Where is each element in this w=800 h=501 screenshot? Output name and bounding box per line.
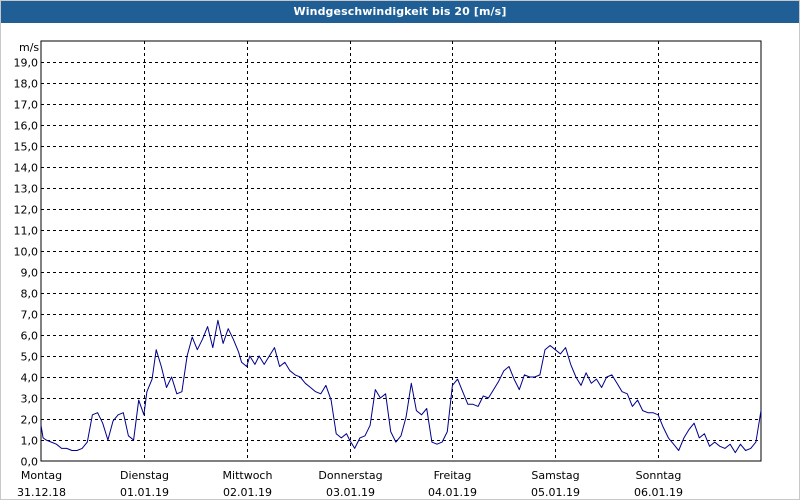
y-tick-label: 18,0	[14, 78, 39, 91]
x-tick-day-label: Freitag	[434, 469, 472, 482]
y-tick-label: 11,0	[14, 225, 39, 238]
wind-speed-chart: m/s 0,0 1,0 2,0 3,0 4,0 5,0 6,0 7,0 8,0 9,0 10,0 11…	[14, 40, 762, 499]
y-tick-label: 0,0	[21, 456, 39, 469]
y-tick-label: 17,0	[14, 99, 39, 112]
y-tick-label: 1,0	[21, 435, 39, 448]
x-tick-day-label: Dienstag	[120, 469, 169, 482]
wind-speed-line	[40, 319, 762, 454]
y-tick-label: 10,0	[14, 246, 39, 259]
x-tick-date-label: 01.01.19	[120, 486, 169, 499]
x-tick-date-label: 06.01.19	[634, 486, 683, 499]
y-tick-label: 2,0	[21, 414, 39, 427]
y-tick-label: 8,0	[21, 288, 39, 301]
y-tick-label: 5,0	[21, 351, 39, 364]
y-tick-label: 15,0	[14, 141, 39, 154]
x-tick-date-label: 04.01.19	[428, 486, 477, 499]
x-tick-day-label: Samstag	[531, 469, 579, 482]
x-tick-date-label: 31.12.18	[17, 486, 66, 499]
y-tick-label: 19,0	[14, 57, 39, 70]
x-tick-day-label: Donnerstag	[318, 469, 382, 482]
chart-window: Windgeschwindigkeit bis 20 [m/s] m/s 0,0…	[0, 0, 800, 500]
y-tick-label: 13,0	[14, 183, 39, 196]
x-tick-day-label: Sonntag	[636, 469, 682, 482]
x-tick-day-label: Mittwoch	[223, 469, 273, 482]
x-tick-day-label: Montag	[21, 469, 62, 482]
y-tick-label: 3,0	[21, 393, 39, 406]
y-axis-unit-label: m/s	[19, 41, 39, 54]
x-tick-date-label: 02.01.19	[223, 486, 272, 499]
x-tick-date-label: 03.01.19	[326, 486, 375, 499]
x-tick-date-label: 05.01.19	[531, 486, 580, 499]
y-tick-label: 14,0	[14, 162, 39, 175]
y-tick-label: 6,0	[21, 330, 39, 343]
y-tick-label: 9,0	[21, 267, 39, 280]
y-tick-label: 12,0	[14, 204, 39, 217]
y-tick-label: 7,0	[21, 309, 39, 322]
y-tick-label: 16,0	[14, 120, 39, 133]
y-tick-label: 4,0	[21, 372, 39, 385]
